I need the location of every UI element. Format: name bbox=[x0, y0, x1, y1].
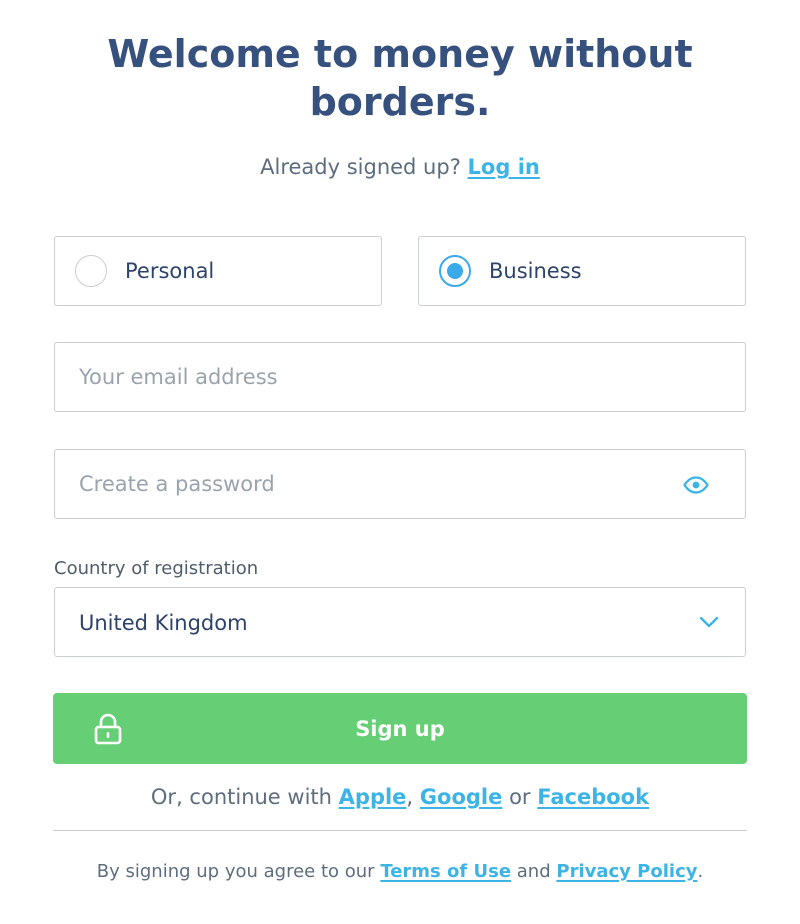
social-comma: , bbox=[406, 785, 414, 809]
legal-suffix: . bbox=[697, 861, 704, 882]
social-prefix: Or, continue with bbox=[150, 785, 332, 809]
google-link[interactable]: Google bbox=[420, 785, 503, 809]
account-type-business[interactable]: Business bbox=[418, 236, 746, 306]
country-select[interactable]: United Kingdom bbox=[54, 587, 746, 657]
sign-up-label: Sign up bbox=[355, 716, 445, 741]
social-or: or bbox=[509, 785, 531, 809]
divider bbox=[53, 830, 747, 831]
terms-of-use-link[interactable]: Terms of Use bbox=[380, 861, 511, 882]
privacy-policy-link[interactable]: Privacy Policy bbox=[556, 861, 697, 882]
password-input[interactable] bbox=[55, 450, 745, 518]
chevron-down-icon bbox=[699, 616, 719, 628]
legal-text: By signing up you agree to our Terms of … bbox=[0, 859, 800, 885]
email-input[interactable] bbox=[55, 343, 745, 411]
social-login-row: Or, continue with Apple, Google or Faceb… bbox=[0, 782, 800, 812]
business-radio[interactable] bbox=[439, 255, 471, 287]
business-label: Business bbox=[489, 259, 582, 283]
eye-icon[interactable] bbox=[683, 474, 709, 496]
account-type-personal[interactable]: Personal bbox=[54, 236, 382, 306]
password-field-container bbox=[54, 449, 746, 519]
already-signed-up-text: Already signed up? bbox=[260, 155, 461, 179]
country-label: Country of registration bbox=[54, 558, 259, 579]
legal-prefix: By signing up you agree to our bbox=[96, 861, 375, 882]
personal-radio[interactable] bbox=[75, 255, 107, 287]
facebook-link[interactable]: Facebook bbox=[537, 785, 649, 809]
page-title: Welcome to money without borders. bbox=[107, 32, 693, 124]
country-value: United Kingdom bbox=[79, 611, 248, 635]
login-prompt: Already signed up? Log in bbox=[0, 152, 800, 182]
email-field-container bbox=[54, 342, 746, 412]
personal-label: Personal bbox=[125, 259, 215, 283]
signup-page: Welcome to money without borders. Alread… bbox=[0, 0, 800, 924]
apple-link[interactable]: Apple bbox=[339, 785, 407, 809]
legal-and: and bbox=[516, 861, 551, 882]
login-link[interactable]: Log in bbox=[468, 155, 540, 179]
sign-up-button[interactable]: Sign up bbox=[53, 693, 747, 764]
